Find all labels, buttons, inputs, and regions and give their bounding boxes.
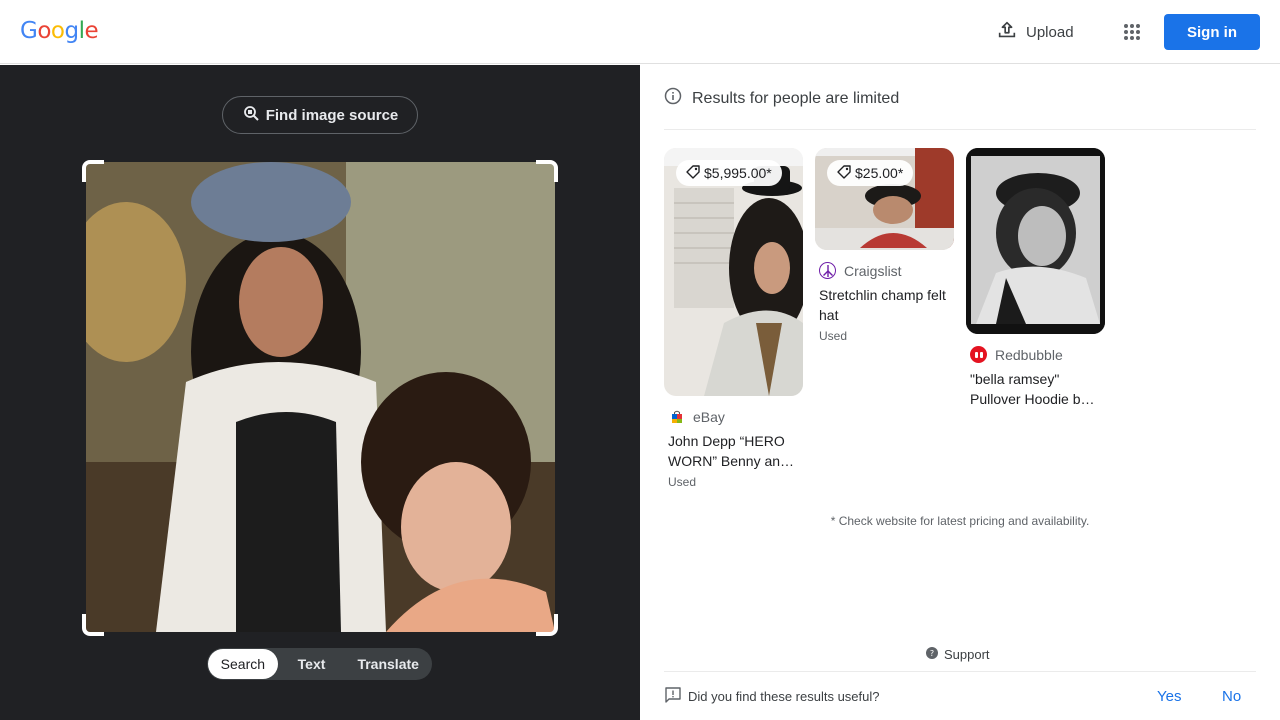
divider [664,129,1256,130]
crop-handle-top-right[interactable] [536,160,558,182]
query-image-panel: Find image source Search Text Translate [0,65,640,720]
result-card[interactable]: Redbubble "bella ramsey" Pullover Hoodie… [966,148,1106,409]
feedback-question: Did you find these results useful? [688,688,880,704]
crop-handle-top-left[interactable] [82,160,104,182]
upload-icon [996,19,1018,45]
info-icon [664,87,682,110]
query-photo[interactable] [86,162,555,632]
price-tag-icon [837,164,851,182]
result-source[interactable]: eBay [664,408,804,425]
source-name: Craigslist [844,262,902,279]
result-title[interactable]: John Depp “HERO WORN” Benny an… [664,431,804,471]
crop-handle-bottom-right[interactable] [536,614,558,636]
feedback-bar: Did you find these results useful? Yes N… [664,671,1256,720]
result-condition: Used [668,475,697,489]
redbubble-icon [970,346,987,363]
svg-text:?: ? [930,649,934,658]
feedback-icon [664,686,682,707]
sign-in-button[interactable]: Sign in [1164,14,1260,50]
price-value: $25.00* [855,165,904,181]
pricing-disclaimer: * Check website for latest pricing and a… [830,514,1090,528]
help-icon: ? [926,647,938,662]
result-source[interactable]: Craigslist [815,262,955,279]
limited-results-notice: Results for people are limited [664,87,899,110]
support-link[interactable]: ? Support [926,647,990,662]
price-value: $5,995.00* [704,165,772,181]
source-name: Redbubble [995,346,1063,363]
support-label: Support [944,647,990,662]
source-name: eBay [693,408,725,425]
find-image-source-label: Find image source [265,106,399,124]
crop-handle-bottom-left[interactable] [82,614,104,636]
notice-text: Results for people are limited [692,89,900,107]
result-thumbnail[interactable]: $5,995.00* [664,148,803,396]
result-condition: Used [819,329,848,343]
feedback-yes-button[interactable]: Yes [1157,688,1181,705]
mode-translate-tab[interactable]: Translate [345,649,431,679]
result-source[interactable]: Redbubble [966,346,1106,363]
results-panel: Results for people are limited $5,995.00… [640,65,1280,720]
upload-button[interactable]: Upload [990,16,1080,48]
result-thumbnail[interactable]: $25.00* [815,148,954,250]
result-card[interactable]: $25.00* Craigslist Stretchlin champ felt… [815,148,955,343]
image-search-icon [242,104,260,126]
craigslist-peace-icon [819,262,836,279]
find-image-source-button[interactable]: Find image source [222,96,418,134]
price-tag-icon [686,164,700,182]
top-bar: Google Upload Sign in [0,0,1280,64]
google-logo[interactable]: Google [20,18,99,44]
price-tag: $25.00* [827,160,914,186]
upload-label: Upload [1026,23,1074,41]
result-title[interactable]: "bella ramsey" Pullover Hoodie b… [966,369,1106,409]
mode-switcher: Search Text Translate [207,648,432,680]
feedback-no-button[interactable]: No [1222,688,1241,705]
ebay-icon [668,408,685,425]
price-tag: $5,995.00* [676,160,782,186]
result-title[interactable]: Stretchlin champ felt hat [815,285,955,325]
result-thumbnail[interactable] [966,148,1105,334]
apps-grid-icon[interactable] [1116,16,1148,48]
result-card[interactable]: $5,995.00* eBay John Depp “HERO WORN” Be… [664,148,804,489]
mode-text-tab[interactable]: Text [278,649,346,679]
mode-search-tab[interactable]: Search [208,649,278,679]
